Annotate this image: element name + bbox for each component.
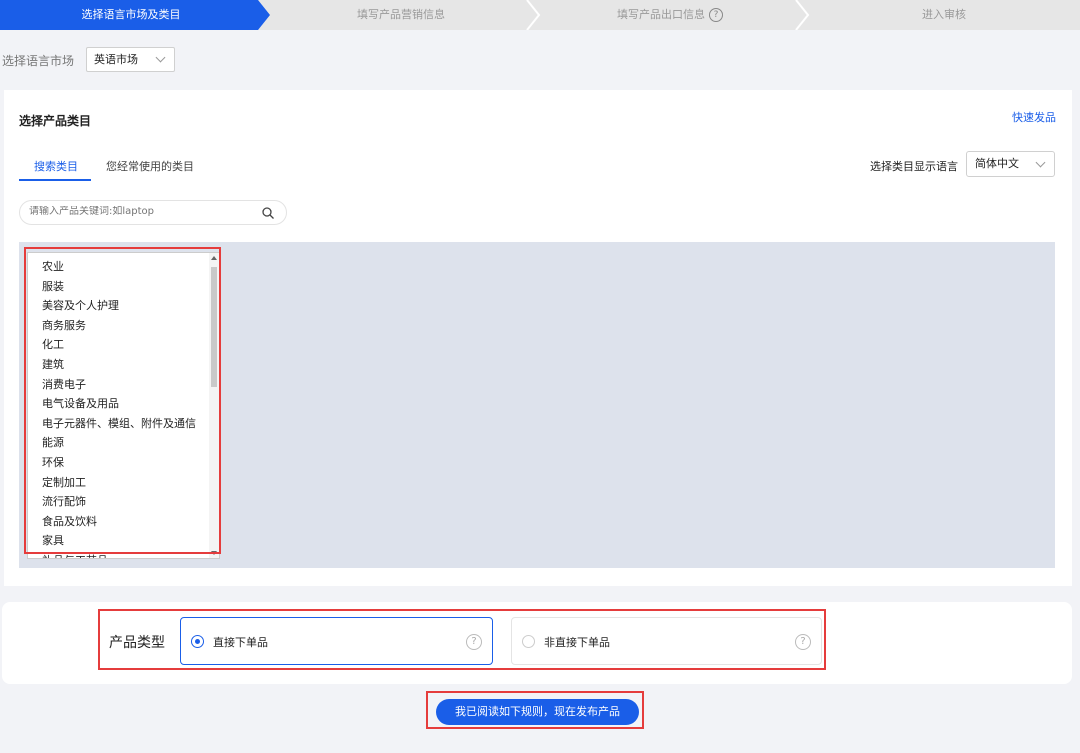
market-select-value: 英语市场 (94, 53, 138, 66)
category-panel: 选择产品类目 快速发品 搜索类目 您经常使用的类目 选择类目显示语言 简体中文 … (4, 90, 1072, 586)
search-icon[interactable] (261, 206, 275, 220)
lang-select[interactable]: 简体中文 (966, 151, 1055, 177)
radio-checked-icon (191, 635, 204, 648)
category-item[interactable]: 服装 (28, 277, 219, 297)
help-icon[interactable]: ? (795, 634, 811, 650)
help-icon[interactable]: ? (709, 8, 723, 22)
category-item[interactable]: 食品及饮料 (28, 512, 219, 532)
category-item[interactable]: 建筑 (28, 355, 219, 375)
option-label: 直接下单品 (213, 636, 268, 649)
category-item[interactable]: 消费电子 (28, 375, 219, 395)
step-progress-bar: 选择语言市场及类目 填写产品营销信息 填写产品出口信息? 进入审核 (0, 0, 1080, 30)
quick-publish-link[interactable]: 快速发品 (1012, 109, 1056, 125)
category-item[interactable]: 环保 (28, 453, 219, 473)
scroll-down-icon[interactable] (211, 551, 217, 555)
category-item[interactable]: 电气设备及用品 (28, 394, 219, 414)
step-1[interactable]: 选择语言市场及类目 (0, 0, 262, 30)
category-item[interactable]: 能源 (28, 433, 219, 453)
scroll-up-icon[interactable] (211, 256, 217, 260)
step-3-label: 填写产品出口信息 (617, 8, 705, 21)
option-label: 非直接下单品 (544, 636, 610, 649)
step-2[interactable]: 填写产品营销信息 (270, 0, 532, 30)
lang-label: 选择类目显示语言 (870, 160, 958, 173)
market-select[interactable]: 英语市场 (86, 47, 175, 72)
step-3[interactable]: 填写产品出口信息? (539, 0, 801, 30)
category-item[interactable]: 家具 (28, 531, 219, 551)
category-item[interactable]: 商务服务 (28, 316, 219, 336)
radio-unchecked-icon (522, 635, 535, 648)
category-item[interactable]: 礼品与工艺品 (28, 551, 219, 558)
category-item[interactable]: 化工 (28, 335, 219, 355)
category-list[interactable]: 农业 服装 美容及个人护理 商务服务 化工 建筑 消费电子 电气设备及用品 电子元器件、模组、附… (27, 252, 220, 559)
category-item[interactable]: 美容及个人护理 (28, 296, 219, 316)
scrollbar[interactable] (209, 253, 219, 558)
active-tab-underline (19, 179, 91, 181)
scroll-thumb[interactable] (211, 267, 217, 387)
category-item[interactable]: 流行配饰 (28, 492, 219, 512)
panel-title: 选择产品类目 (19, 114, 92, 128)
chevron-down-icon (155, 52, 166, 63)
product-type-option-direct[interactable]: 直接下单品 ? (180, 617, 493, 665)
market-label: 选择语言市场 (2, 54, 75, 68)
step-4[interactable]: 进入审核 (808, 0, 1080, 30)
chevron-down-icon (1035, 157, 1046, 168)
category-item[interactable]: 农业 (28, 257, 219, 277)
category-search (19, 200, 287, 225)
category-item[interactable]: 电子元器件、模组、附件及通信 (28, 414, 219, 434)
help-icon[interactable]: ? (466, 634, 482, 650)
product-type-label: 产品类型 (109, 635, 165, 651)
category-search-input[interactable] (29, 206, 249, 217)
tab-frequent-category[interactable]: 您经常使用的类目 (106, 158, 194, 174)
category-item[interactable]: 定制加工 (28, 473, 219, 493)
category-area: 农业 服装 美容及个人护理 商务服务 化工 建筑 消费电子 电气设备及用品 电子元器件、模组、附… (19, 242, 1055, 568)
publish-button[interactable]: 我已阅读如下规则，现在发布产品 (436, 699, 639, 725)
product-type-option-indirect[interactable]: 非直接下单品 ? (511, 617, 822, 665)
lang-select-value: 简体中文 (975, 157, 1019, 170)
tab-search-category[interactable]: 搜索类目 (34, 158, 78, 174)
